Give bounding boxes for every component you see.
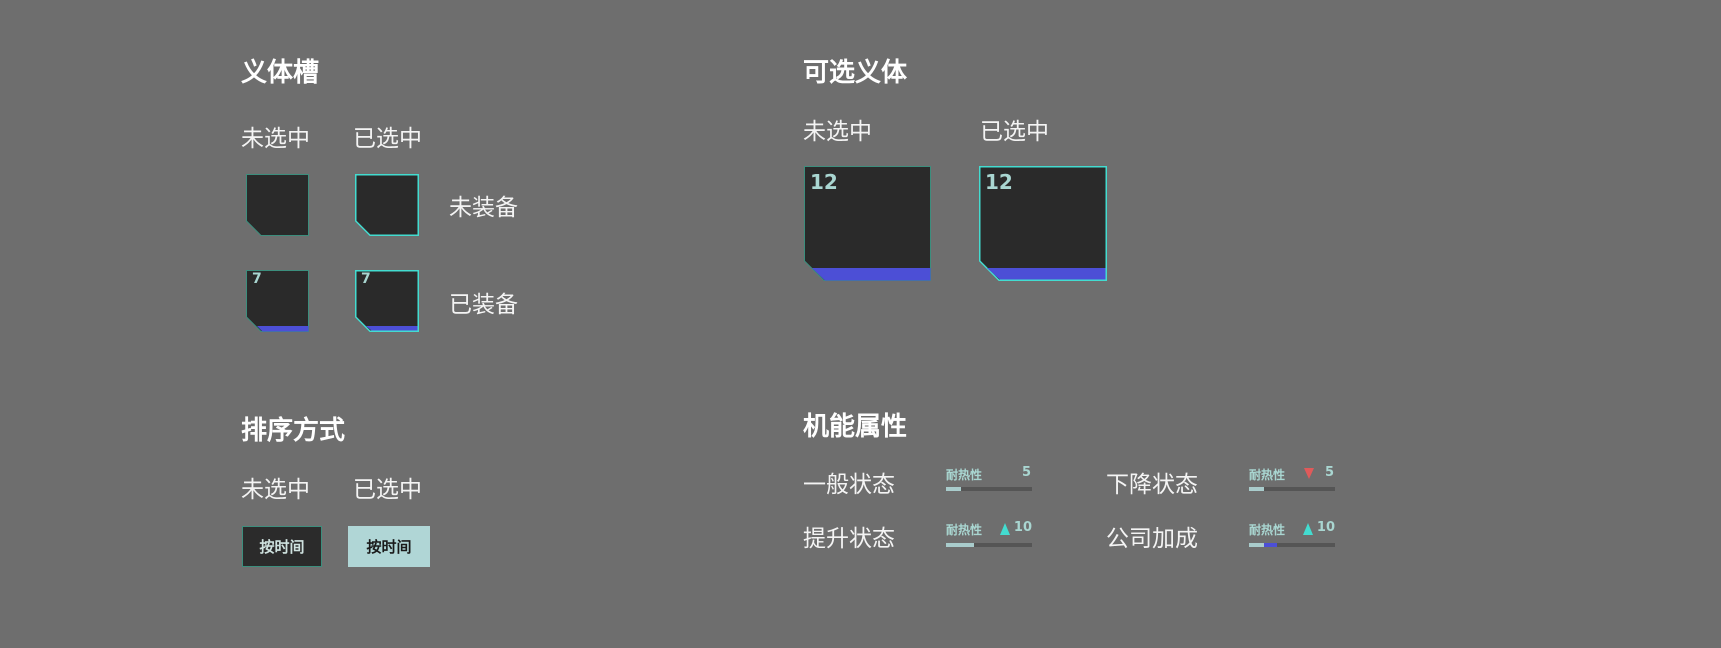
optional-title: 可选义体: [803, 58, 908, 88]
state-name-decrease: 下降状态: [1106, 472, 1198, 498]
stat-bar-fill: [946, 487, 962, 491]
slot-equipped-selected[interactable]: 7: [355, 270, 419, 332]
slots-title: 义体槽: [241, 58, 320, 88]
implant-level-number: 12: [985, 170, 1013, 194]
sort-col-selected: 已选中: [353, 477, 422, 503]
stat-name: 耐热性: [946, 523, 983, 537]
stat-bar-fill: [1249, 487, 1265, 491]
implant-level-number: 12: [810, 170, 838, 194]
stat-bar-increase: [946, 543, 1032, 547]
stat-name: 耐热性: [1249, 468, 1286, 482]
sort-by-time-button-unselected[interactable]: 按时间: [242, 526, 322, 567]
sort-col-unselected: 未选中: [241, 477, 310, 503]
slot-unequipped-unselected[interactable]: [246, 174, 309, 236]
stat-bar-normal: [946, 487, 1032, 491]
slot-equipped-unselected[interactable]: 7: [246, 270, 309, 332]
sort-by-time-button-selected[interactable]: 按时间: [348, 526, 430, 567]
sort-title: 排序方式: [241, 416, 346, 446]
stat-name: 耐热性: [946, 468, 983, 482]
slots-row-unequipped: 未装备: [449, 195, 518, 221]
slot-level-number: 7: [361, 271, 371, 287]
stat-value: 5: [1324, 465, 1334, 480]
arrow-up-icon: [1000, 523, 1010, 535]
stat-value: 10: [1316, 520, 1335, 535]
slots-col-selected: 已选中: [353, 126, 422, 152]
arrow-up-icon: [1303, 523, 1313, 535]
stat-bar-fill: [1249, 543, 1265, 547]
stat-value: 5: [1021, 465, 1031, 480]
implant-card-unselected[interactable]: 12: [804, 166, 931, 281]
stat-bar-fill: [946, 543, 974, 547]
implant-card-selected[interactable]: 12: [979, 166, 1107, 281]
state-name-company-bonus: 公司加成: [1106, 526, 1198, 552]
state-name-increase: 提升状态: [803, 526, 895, 552]
slot-level-number: 7: [252, 271, 262, 287]
stat-bar-company-bonus: [1249, 543, 1335, 547]
stat-name: 耐热性: [1249, 523, 1286, 537]
slot-unequipped-selected[interactable]: [355, 174, 419, 236]
attributes-title: 机能属性: [803, 412, 908, 442]
slots-row-equipped: 已装备: [449, 292, 518, 318]
state-name-normal: 一般状态: [803, 472, 895, 498]
slots-col-unselected: 未选中: [241, 126, 310, 152]
optional-col-unselected: 未选中: [803, 119, 872, 145]
stat-value: 10: [1013, 520, 1032, 535]
optional-col-selected: 已选中: [980, 119, 1049, 145]
arrow-down-icon: [1304, 468, 1314, 479]
stat-bar-bonus-fill: [1264, 543, 1278, 547]
stat-bar-decrease: [1249, 487, 1335, 491]
